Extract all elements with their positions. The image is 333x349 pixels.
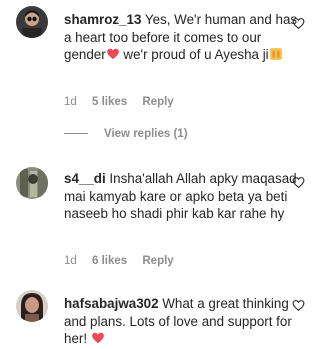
red-heart-emoji-icon: [91, 332, 104, 344]
comment-text-part: we'r proud of u Ayesha ji: [119, 47, 269, 63]
reply-button[interactable]: Reply: [142, 96, 173, 108]
reply-button[interactable]: Reply: [142, 255, 173, 267]
raising-hands-emoji-icon: [269, 48, 282, 61]
red-heart-emoji-icon: [106, 48, 119, 60]
replies-divider: [64, 133, 88, 135]
comment-text: s4__di Insha'allah Allah apky maqasad ma…: [64, 170, 304, 223]
heart-outline-icon[interactable]: [292, 299, 305, 312]
comment-meta: 1d 6 likes Reply: [64, 255, 186, 267]
view-replies-button[interactable]: View replies (1): [64, 128, 188, 140]
comment-time[interactable]: 1d: [64, 255, 77, 267]
avatar[interactable]: [16, 290, 48, 322]
comment-time[interactable]: 1d: [64, 96, 77, 108]
comment-likes[interactable]: 5 likes: [92, 96, 127, 108]
heart-outline-icon[interactable]: [292, 17, 305, 30]
comment-username[interactable]: s4__di: [64, 171, 106, 186]
comment-text: shamroz_13 Yes, We'r human and has a hea…: [64, 11, 304, 64]
view-replies-label: View replies (1): [104, 128, 188, 140]
avatar[interactable]: [16, 167, 48, 199]
comment-username[interactable]: hafsabajwa302: [64, 296, 159, 311]
comment-username[interactable]: shamroz_13: [64, 12, 141, 27]
heart-outline-icon[interactable]: [292, 176, 305, 189]
comment-text: hafsabajwa302 What a great thinking and …: [64, 295, 304, 348]
comment-meta: 1d 5 likes Reply: [64, 96, 186, 108]
comment-likes[interactable]: 6 likes: [92, 255, 127, 267]
avatar[interactable]: [16, 6, 48, 38]
